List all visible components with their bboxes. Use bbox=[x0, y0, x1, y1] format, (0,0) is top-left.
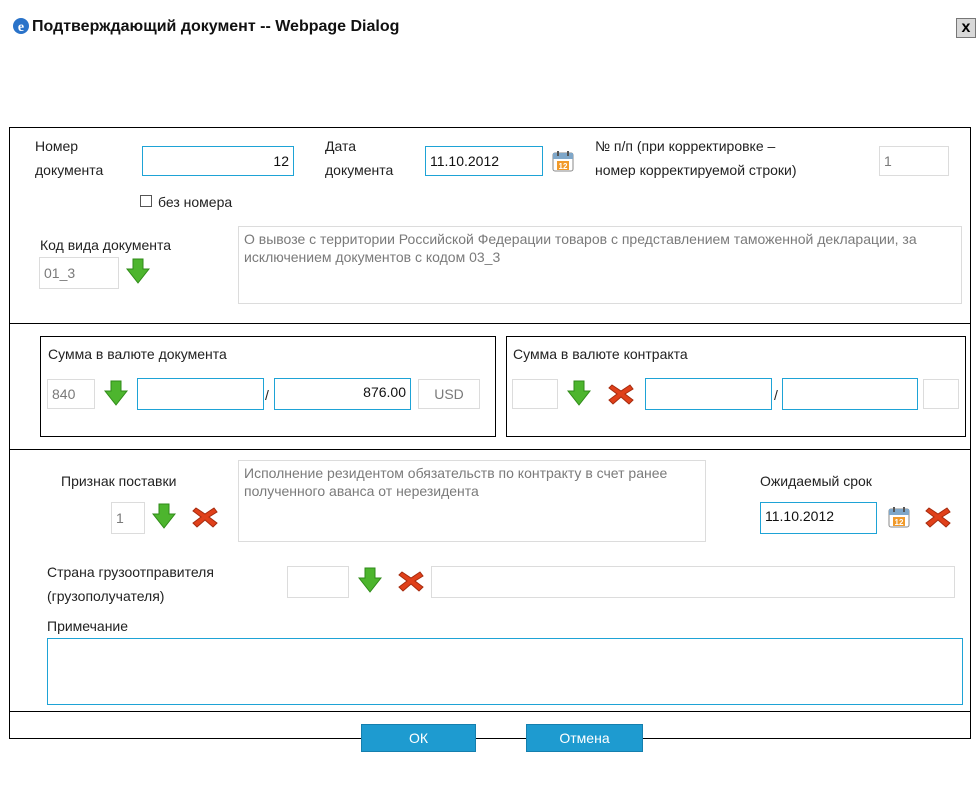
ok-button[interactable]: ОК bbox=[361, 724, 476, 752]
arrow-down-icon[interactable] bbox=[567, 380, 591, 406]
calendar-icon[interactable]: 12 bbox=[887, 505, 911, 529]
doc-number-label-1: Номер bbox=[35, 138, 79, 154]
sum-contract-amount-2[interactable] bbox=[782, 378, 918, 410]
country-label-2: (грузополучателя) bbox=[47, 588, 165, 604]
svg-text:e: e bbox=[18, 20, 24, 35]
no-number-checkbox[interactable] bbox=[140, 195, 152, 207]
delivery-description: Исполнение резидентом обязательств по ко… bbox=[238, 460, 706, 542]
divider bbox=[9, 449, 971, 450]
window-title: Подтверждающий документ -- Webpage Dialo… bbox=[32, 18, 400, 35]
sum-doc-amount-1[interactable] bbox=[137, 378, 264, 410]
doc-kind-code-input[interactable]: 01_3 bbox=[39, 257, 119, 289]
clear-x-icon[interactable] bbox=[608, 383, 634, 405]
doc-date-label-1: Дата bbox=[325, 138, 357, 154]
sum-doc-currency-code[interactable]: 840 bbox=[47, 379, 95, 409]
sum-doc-amount-2[interactable]: 876.00 bbox=[274, 378, 411, 410]
doc-kind-label: Код вида документа bbox=[40, 237, 172, 253]
expected-date-label: Ожидаемый срок bbox=[760, 473, 872, 489]
note-label: Примечание bbox=[47, 618, 129, 634]
clear-x-icon[interactable] bbox=[398, 570, 424, 592]
delivery-code-input[interactable]: 1 bbox=[111, 502, 145, 534]
sum-contract-title: Сумма в валюте контракта bbox=[513, 346, 688, 362]
doc-kind-description: О вывозе с территории Российской Федерац… bbox=[238, 226, 962, 304]
country-name-field bbox=[431, 566, 955, 598]
ie-icon: e bbox=[13, 18, 29, 35]
row-number-label-1: № п/п (при корректировке – bbox=[595, 138, 776, 154]
sum-contract-amount-1[interactable] bbox=[645, 378, 772, 410]
cancel-button[interactable]: Отмена bbox=[526, 724, 643, 752]
divider bbox=[9, 323, 971, 324]
arrow-down-icon[interactable] bbox=[152, 503, 176, 529]
close-button[interactable]: x bbox=[956, 18, 976, 38]
arrow-down-icon[interactable] bbox=[358, 567, 382, 593]
doc-number-label-2: документа bbox=[35, 162, 104, 178]
divider bbox=[9, 711, 971, 712]
svg-text:12: 12 bbox=[895, 518, 904, 527]
svg-text:12: 12 bbox=[559, 162, 568, 171]
sum-doc-separator: / bbox=[265, 387, 269, 403]
sum-doc-title: Сумма в валюте документа bbox=[48, 346, 227, 362]
country-code-input[interactable] bbox=[287, 566, 349, 598]
note-textarea[interactable] bbox=[47, 638, 963, 705]
sum-contract-currency-code[interactable] bbox=[512, 379, 558, 409]
row-number-label-2: номер корректируемой строки) bbox=[595, 162, 797, 178]
clear-x-icon[interactable] bbox=[192, 506, 218, 528]
doc-date-label-2: документа bbox=[325, 162, 394, 178]
doc-date-input[interactable]: 11.10.2012 bbox=[425, 146, 543, 176]
delivery-label: Признак поставки bbox=[61, 473, 177, 489]
clear-x-icon[interactable] bbox=[925, 506, 951, 528]
title-bar: e Подтверждающий документ -- Webpage Dia… bbox=[0, 0, 979, 45]
sum-contract-currency-name bbox=[923, 379, 959, 409]
row-number-input[interactable]: 1 bbox=[879, 146, 949, 176]
calendar-icon[interactable]: 12 bbox=[551, 149, 575, 173]
arrow-down-icon[interactable] bbox=[104, 380, 128, 406]
doc-number-input[interactable]: 12 bbox=[142, 146, 294, 176]
arrow-down-icon[interactable] bbox=[126, 258, 150, 284]
no-number-label: без номера bbox=[158, 194, 233, 210]
sum-doc-currency-name: USD bbox=[418, 379, 480, 409]
country-label-1: Страна грузоотправителя bbox=[47, 564, 214, 580]
expected-date-input[interactable]: 11.10.2012 bbox=[760, 502, 877, 534]
sum-contract-separator: / bbox=[774, 387, 778, 403]
